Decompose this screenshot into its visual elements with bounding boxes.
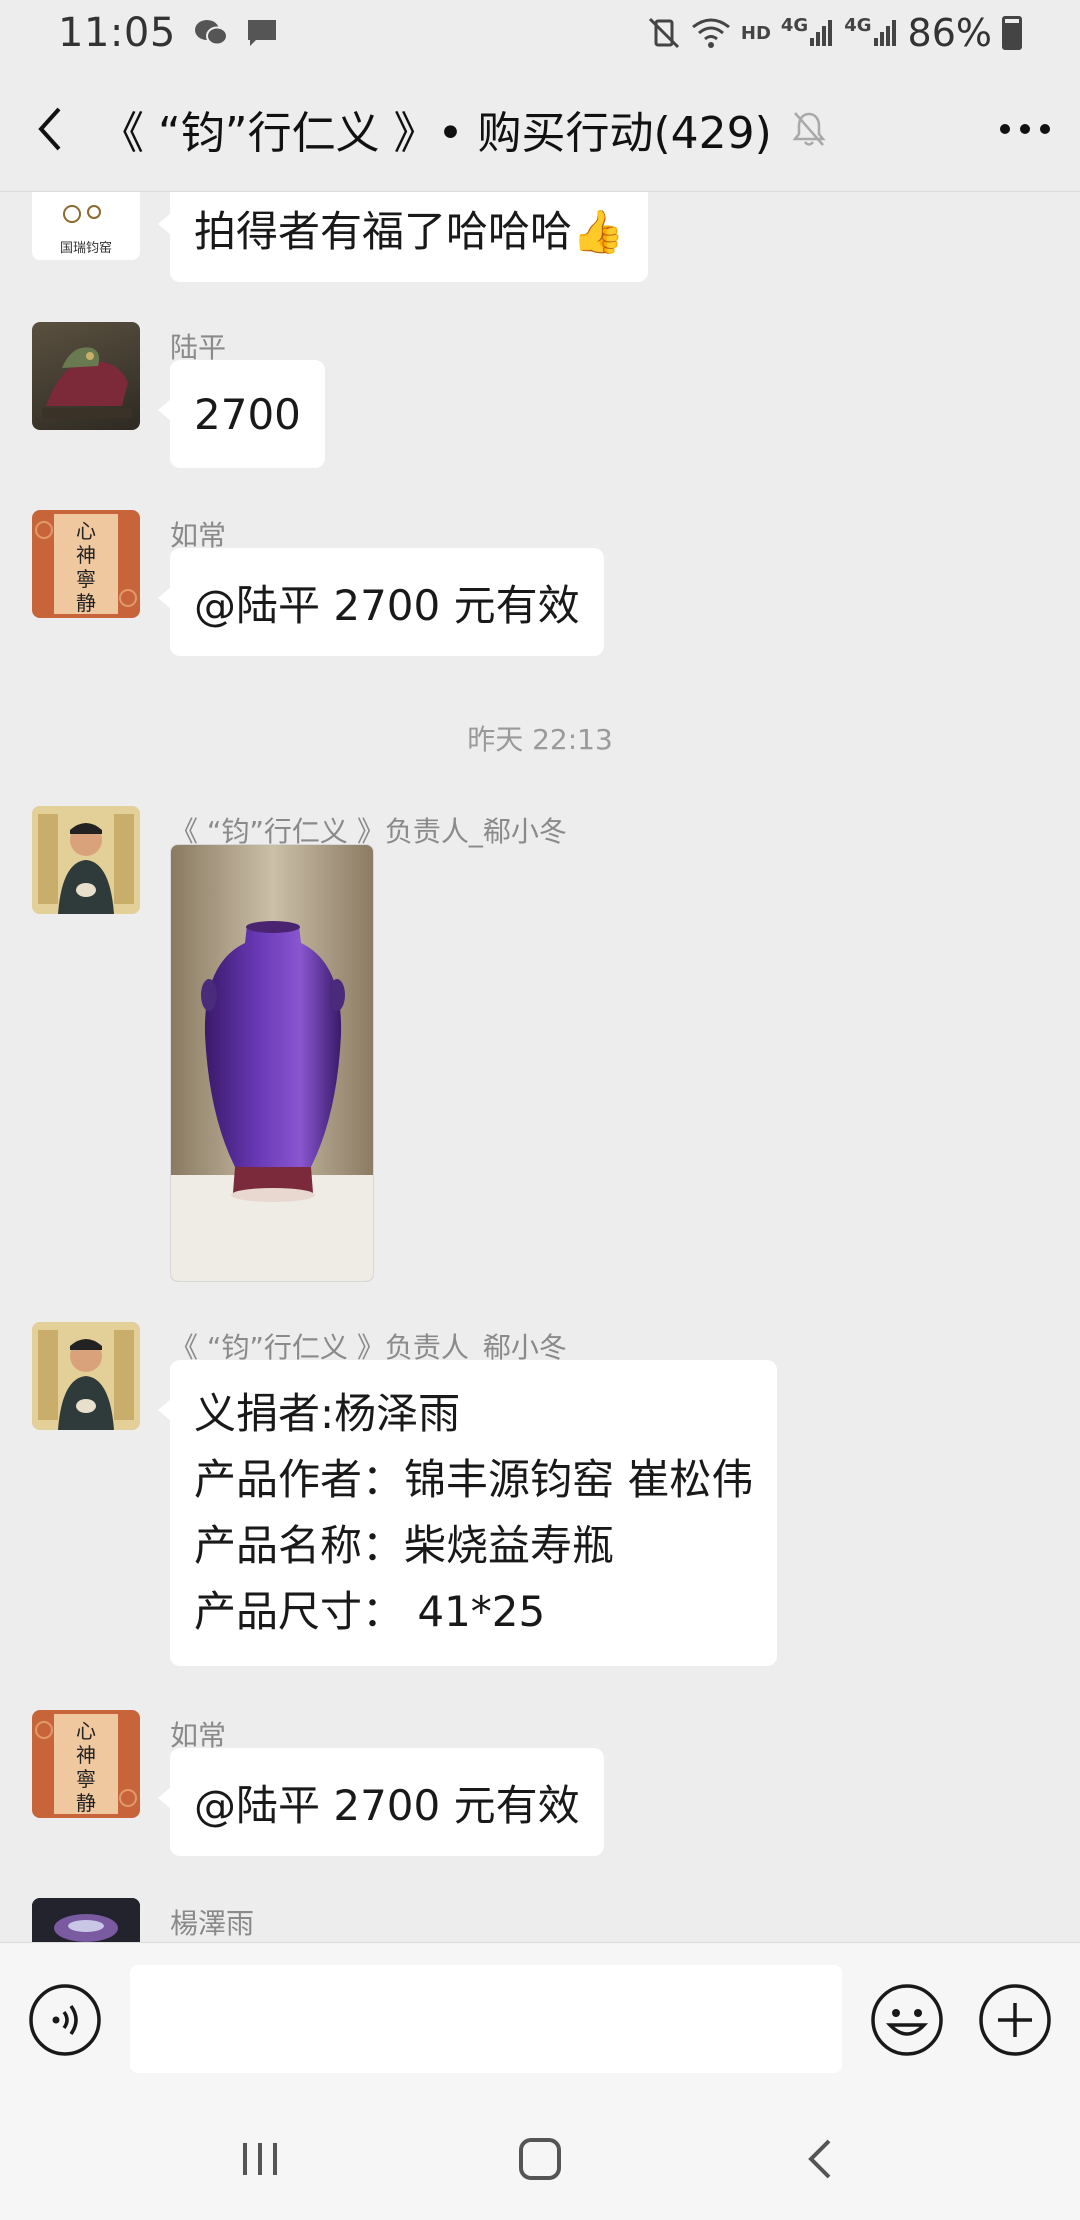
signal-icon-1: 4G	[780, 14, 834, 48]
sender-name: 楊澤雨	[170, 1907, 255, 1940]
chevron-left-icon	[38, 107, 61, 150]
museum-logo-avatar[interactable]: 国瑞钧窑	[32, 192, 140, 260]
avatar-char-4: 静	[76, 591, 96, 615]
status-bar: 11:05 HD 4G 4G 86%	[0, 0, 1080, 66]
system-back-button[interactable]	[760, 2114, 880, 2204]
message-line: 产品尺寸： 41*25	[194, 1587, 546, 1636]
message-input[interactable]	[130, 1965, 842, 2073]
message-bubble[interactable]: 拍得者有福了哈哈哈👍	[157, 192, 649, 282]
message-bubble[interactable]: @陆平 2700 元有效	[158, 548, 604, 656]
back-button[interactable]	[0, 66, 100, 192]
man-portrait-avatar[interactable]	[32, 806, 140, 914]
purple-glazed-vase-photo[interactable]	[170, 844, 374, 1282]
message-bubble[interactable]: @陆平 2700 元有效	[158, 1748, 604, 1856]
avatar-char-2: 神	[76, 1743, 96, 1767]
voice-icon	[29, 1984, 101, 2056]
input-bar	[0, 1942, 1080, 2098]
home-button[interactable]	[480, 2114, 600, 2204]
message-icon	[246, 18, 278, 48]
avatar-char-2: 神	[76, 543, 96, 567]
battery-icon	[1002, 16, 1022, 50]
wifi-icon	[691, 17, 731, 49]
dragon-statue-avatar[interactable]	[32, 322, 140, 430]
message-bubble[interactable]: 2700	[158, 360, 325, 468]
more-actions-button[interactable]	[978, 1983, 1052, 2057]
wechat-icon	[194, 18, 228, 48]
status-time: 11:05	[58, 10, 176, 56]
battery-percent: 86%	[907, 11, 992, 55]
calligraphy-scroll-avatar[interactable]: 心 神 寧 静	[32, 1710, 140, 1818]
ceramic-vase-avatar[interactable]	[32, 1898, 140, 1942]
avatar-char-3: 寧	[76, 1767, 96, 1791]
smiley-icon	[871, 1984, 943, 2056]
back-arrow-icon	[808, 2139, 831, 2179]
message-bubble[interactable]: 义捐者:杨泽雨 产品作者：锦丰源钧窑 崔松伟 产品名称：柴烧益寿瓶 产品尺寸： …	[157, 1360, 778, 1666]
voice-input-button[interactable]	[28, 1983, 102, 2057]
avatar-char-1: 心	[76, 519, 96, 543]
avatar-char-1: 心	[76, 1719, 96, 1743]
recent-apps-button[interactable]	[200, 2114, 320, 2204]
hd-label: HD	[740, 22, 771, 44]
message-line: 产品名称：柴烧益寿瓶	[194, 1521, 615, 1570]
more-dots-icon	[1000, 123, 1050, 134]
man-portrait-avatar[interactable]	[32, 1322, 140, 1430]
avatar-char-3: 寧	[76, 567, 96, 591]
signal-icon-2: 4G	[844, 14, 897, 48]
avatar-char-4: 静	[76, 1791, 96, 1815]
vibrate-mute-icon	[647, 16, 681, 50]
home-icon	[519, 2138, 561, 2180]
muted-bell-icon	[792, 110, 826, 148]
recent-apps-icon	[243, 2143, 277, 2175]
timestamp: 昨天 22:13	[467, 723, 613, 756]
more-options-button[interactable]	[970, 66, 1080, 192]
signal-label-1: 4G	[780, 14, 809, 36]
emoji-button[interactable]	[870, 1983, 944, 2057]
avatar-logo-text: 国瑞钧窑	[60, 240, 112, 256]
chat-header: 《 “钧”行仁义 》• 购买行动(429)	[0, 66, 1080, 192]
message-line: 产品作者：锦丰源钧窑 崔松伟	[194, 1455, 754, 1504]
system-nav-bar	[0, 2098, 1080, 2220]
calligraphy-scroll-avatar[interactable]: 心 神 寧 静	[32, 510, 140, 618]
plus-icon	[979, 1984, 1051, 2056]
message-list[interactable]: 国瑞钧窑 拍得者有福了哈哈哈👍 陆平 2700 心 神 寧 静 如常 @陆平 2…	[0, 192, 1080, 1942]
signal-label-2: 4G	[844, 14, 872, 36]
chat-title: 《 “钧”行仁义 》• 购买行动(429)	[100, 107, 772, 159]
message-line: 义捐者:杨泽雨	[194, 1389, 461, 1438]
